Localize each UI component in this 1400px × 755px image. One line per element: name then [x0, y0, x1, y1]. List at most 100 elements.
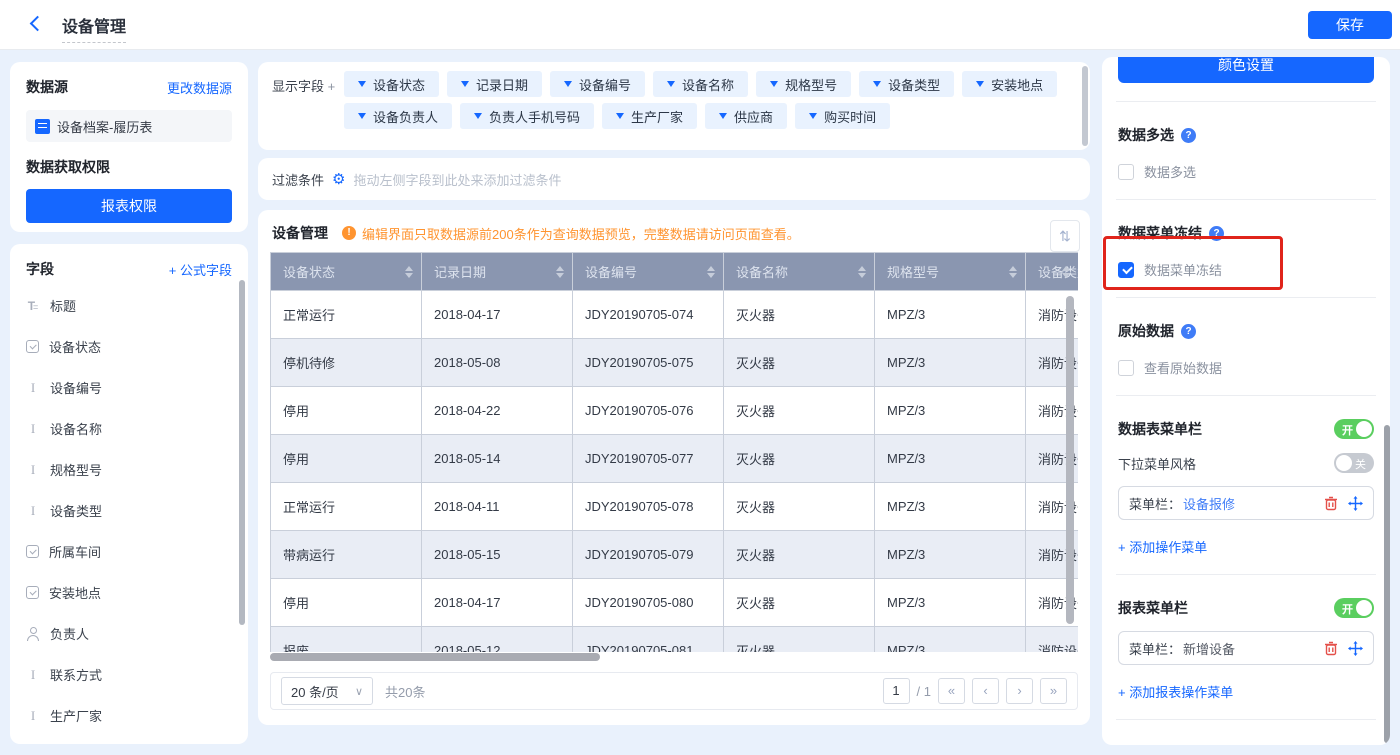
- display-field-chip-安装地点[interactable]: 安装地点: [962, 71, 1058, 97]
- column-header-记录日期: 记录日期: [421, 252, 573, 291]
- table-row[interactable]: 停机待修2018-05-08JDY20190705-075灭火器MPZ/3消防设…: [270, 338, 1078, 387]
- display-field-chip-记录日期[interactable]: 记录日期: [447, 71, 543, 97]
- permission-title: 数据获取权限: [26, 159, 110, 175]
- field-item-负责人[interactable]: 负责人: [26, 613, 232, 654]
- change-datasource-link[interactable]: 更改数据源: [167, 78, 232, 97]
- display-field-chip-设备编号[interactable]: 设备编号: [550, 71, 646, 97]
- multi-select-checkbox[interactable]: [1118, 163, 1134, 180]
- display-field-chip-设备名称[interactable]: 设备名称: [653, 71, 749, 97]
- sort-arrows-icon[interactable]: [707, 265, 715, 278]
- gear-icon[interactable]: ⚙: [332, 172, 345, 187]
- raw-data-checkbox-row[interactable]: 查看原始数据: [1118, 358, 1374, 377]
- field-item-所属车间[interactable]: 所属车间: [26, 531, 232, 572]
- display-field-chip-设备状态[interactable]: 设备状态: [344, 71, 440, 97]
- table-row[interactable]: 停用2018-04-17JDY20190705-080灭火器MPZ/3消防设备: [270, 578, 1078, 627]
- fields-scrollbar[interactable]: [239, 280, 245, 625]
- add-formula-field-link[interactable]: + 公式字段: [169, 260, 232, 279]
- trash-icon[interactable]: [1324, 641, 1338, 656]
- sort-arrows-icon[interactable]: [1009, 265, 1017, 278]
- table-cell: 停机待修: [270, 338, 422, 387]
- help-icon[interactable]: ?: [1181, 127, 1196, 143]
- field-item-规格型号[interactable]: 规格型号: [26, 449, 232, 490]
- report-menu-toggle[interactable]: 开: [1334, 598, 1374, 618]
- raw-data-checkbox[interactable]: [1118, 359, 1134, 376]
- add-action-menu-link[interactable]: + 添加操作菜单: [1118, 537, 1374, 556]
- table-row[interactable]: 带病运行2018-05-15JDY20190705-079灭火器MPZ/3消防设…: [270, 530, 1078, 579]
- display-field-chip-规格型号[interactable]: 规格型号: [756, 71, 852, 97]
- field-item-label: 联系方式: [50, 668, 103, 683]
- sort-arrows-icon[interactable]: [1062, 265, 1070, 278]
- add-report-action-menu-link[interactable]: + 添加报表操作菜单: [1118, 682, 1374, 701]
- current-page-input[interactable]: 1: [882, 678, 910, 704]
- data-table-menu-toggle[interactable]: 开: [1334, 419, 1374, 439]
- sort-button[interactable]: ⇅: [1050, 220, 1080, 252]
- display-field-chip-供应商[interactable]: 供应商: [705, 103, 788, 129]
- move-icon[interactable]: [1348, 640, 1363, 656]
- middle-scrollbar[interactable]: [1082, 66, 1088, 146]
- table-cell: JDY20190705-079: [572, 530, 724, 579]
- datasource-card: 数据源 更改数据源 设备档案-履历表 数据获取权限 报表权限: [10, 62, 248, 232]
- chevron-down-icon: [474, 113, 483, 119]
- table-horizontal-scrollbar[interactable]: [270, 653, 600, 661]
- report-permission-button[interactable]: 报表权限: [26, 189, 232, 223]
- page-size-select[interactable]: 20 条/页 ∨: [281, 677, 373, 705]
- menu-freeze-checkbox[interactable]: [1118, 261, 1134, 278]
- move-icon[interactable]: [1348, 495, 1363, 511]
- display-field-chip-设备负责人[interactable]: 设备负责人: [344, 103, 453, 129]
- fields-card: 字段 + 公式字段 标题设备状态设备编号设备名称规格型号设备类型所属车间安装地点…: [10, 244, 248, 744]
- table-body: 正常运行2018-04-17JDY20190705-074灭火器MPZ/3消防设…: [270, 290, 1078, 652]
- field-item-标题[interactable]: 标题: [26, 285, 232, 326]
- help-icon[interactable]: ?: [1181, 323, 1196, 339]
- table-cell: 2018-04-17: [421, 578, 573, 627]
- display-field-chip-负责人手机号码[interactable]: 负责人手机号码: [460, 103, 595, 129]
- prev-page-button[interactable]: ‹: [972, 678, 999, 704]
- table-row[interactable]: 正常运行2018-04-11JDY20190705-078灭火器MPZ/3消防设…: [270, 482, 1078, 531]
- table-row[interactable]: 报废2018-05-12JDY20190705-081灭火器MPZ/3消防设备: [270, 626, 1078, 652]
- field-item-设备类型[interactable]: 设备类型: [26, 490, 232, 531]
- field-item-生产厂家[interactable]: 生产厂家: [26, 695, 232, 736]
- table-vertical-scrollbar[interactable]: [1066, 296, 1074, 624]
- first-page-button[interactable]: «: [938, 678, 965, 704]
- text-field-icon: [26, 504, 40, 518]
- report-menu-title: 报表菜单栏: [1118, 600, 1188, 616]
- sort-arrows-icon[interactable]: [405, 265, 413, 278]
- save-button[interactable]: 保存: [1308, 11, 1392, 39]
- field-item-联系方式[interactable]: 联系方式: [26, 654, 232, 695]
- trash-icon[interactable]: [1324, 496, 1338, 511]
- menu-item-new-device[interactable]: 菜单栏： 新增设备: [1118, 631, 1374, 665]
- color-settings-button[interactable]: 颜色设置: [1118, 57, 1374, 83]
- sort-down-icon: [1062, 272, 1070, 278]
- field-item-设备名称[interactable]: 设备名称: [26, 408, 232, 449]
- datasource-item[interactable]: 设备档案-履历表: [26, 110, 232, 142]
- field-item-设备编号[interactable]: 设备编号: [26, 367, 232, 408]
- menu-freeze-title: 数据菜单冻结: [1118, 225, 1202, 241]
- back-icon[interactable]: [29, 15, 46, 32]
- help-icon[interactable]: ?: [1209, 225, 1224, 241]
- table-cell: 灭火器: [723, 338, 875, 387]
- chip-label: 设备编号: [579, 77, 632, 93]
- sort-arrows-icon[interactable]: [556, 265, 564, 278]
- menu-item-device-repair[interactable]: 菜单栏： 设备报修: [1118, 486, 1374, 520]
- dropdown-style-toggle[interactable]: 关: [1334, 453, 1374, 473]
- next-page-button[interactable]: ›: [1006, 678, 1033, 704]
- last-page-button[interactable]: »: [1040, 678, 1067, 704]
- table-cell: JDY20190705-076: [572, 386, 724, 435]
- menu-freeze-checkbox-row[interactable]: 数据菜单冻结: [1118, 260, 1374, 279]
- settings-scrollbar[interactable]: [1384, 425, 1390, 743]
- table-row[interactable]: 正常运行2018-04-17JDY20190705-074灭火器MPZ/3消防设…: [270, 290, 1078, 339]
- display-field-chip-生产厂家[interactable]: 生产厂家: [602, 103, 698, 129]
- table-row[interactable]: 停用2018-05-14JDY20190705-077灭火器MPZ/3消防设备: [270, 434, 1078, 483]
- chip-label: 生产厂家: [631, 109, 684, 125]
- table-row[interactable]: 停用2018-04-22JDY20190705-076灭火器MPZ/3消防设备: [270, 386, 1078, 435]
- display-field-chip-设备类型[interactable]: 设备类型: [859, 71, 955, 97]
- sort-arrows-icon[interactable]: [858, 265, 866, 278]
- display-field-chip-购买时间[interactable]: 购买时间: [795, 103, 891, 129]
- field-item-安装地点[interactable]: 安装地点: [26, 572, 232, 613]
- multi-select-checkbox-row[interactable]: 数据多选: [1118, 162, 1374, 181]
- field-item-供应商[interactable]: 供应商: [26, 736, 232, 744]
- toggle-knob: [1356, 600, 1372, 616]
- field-item-label: 设备状态: [49, 340, 102, 355]
- field-item-设备状态[interactable]: 设备状态: [26, 326, 232, 367]
- add-display-field-button[interactable]: +: [328, 79, 336, 94]
- datasource-title: 数据源: [26, 79, 68, 95]
